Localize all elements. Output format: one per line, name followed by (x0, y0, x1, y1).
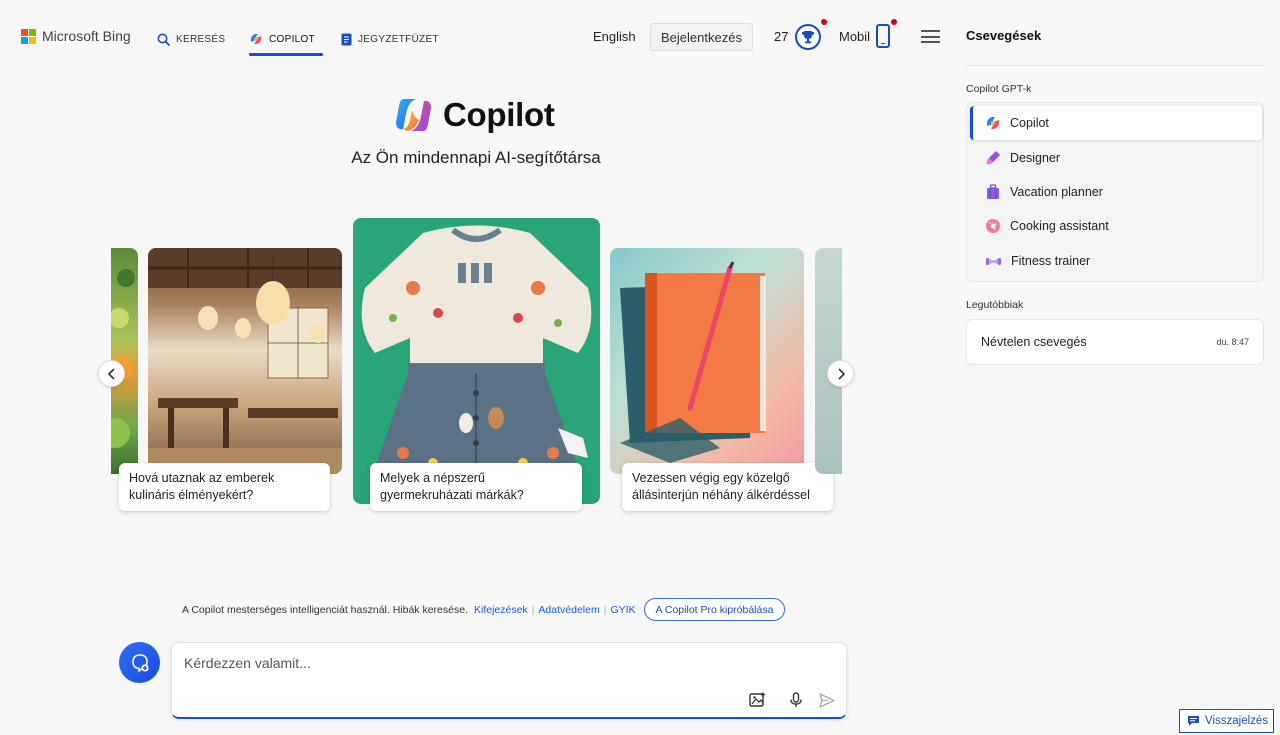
bing-logo[interactable]: Microsoft Bing (21, 28, 131, 44)
hero-title: Copilot (394, 96, 555, 134)
search-icon (157, 33, 170, 46)
language-link[interactable]: English (593, 29, 636, 44)
gpt-item-label: Cooking assistant (1010, 219, 1109, 233)
dumbbell-icon (986, 258, 1001, 265)
copilot-logo-icon (396, 99, 431, 131)
card-childrens-clothing[interactable] (353, 218, 600, 504)
chat-input[interactable] (184, 655, 744, 683)
carousel-next-button[interactable] (827, 360, 854, 387)
reward-count[interactable]: 27 (774, 29, 788, 44)
divider: | (531, 603, 535, 616)
gpt-item-designer[interactable]: Designer (970, 141, 1262, 175)
login-button[interactable]: Bejelentkezés (650, 23, 753, 51)
gpt-item-vacation-planner[interactable]: Vacation planner (970, 175, 1262, 209)
designer-icon (986, 151, 1000, 165)
chevron-right-icon (837, 367, 845, 380)
disclaimer-bar: A Copilot mesterséges intelligenciát has… (182, 598, 786, 621)
recent-chat-title: Névtelen csevegés (981, 335, 1087, 349)
disclaimer-text: A Copilot mesterséges intelligenciát has… (182, 603, 468, 616)
privacy-link[interactable]: Adatvédelem (538, 604, 599, 616)
copilot-icon (986, 117, 1000, 129)
carousel-prev-button[interactable] (98, 360, 125, 387)
tab-copilot[interactable]: COPILOT (249, 24, 323, 56)
notebook-image (620, 261, 766, 463)
copilot-title: Copilot (443, 96, 555, 133)
mobile-phone-icon[interactable] (876, 24, 890, 48)
tab-search[interactable]: KERESÉS (157, 24, 225, 54)
mobile-link[interactable]: Mobil (839, 29, 870, 44)
new-chat-icon (131, 653, 149, 673)
microphone-icon[interactable] (787, 691, 805, 709)
gpt-item-copilot[interactable]: Copilot (970, 106, 1262, 140)
trophy-icon[interactable] (795, 24, 821, 50)
new-topic-button[interactable] (119, 642, 160, 683)
suggestion-carousel: Hová utaznak az emberek kulináris élmény… (111, 216, 842, 522)
gpt-item-fitness-trainer[interactable]: Fitness trainer (970, 244, 1262, 278)
tab-label: JEGYZETFÜZET (358, 33, 439, 45)
feedback-button[interactable]: Visszajelzés (1179, 709, 1274, 733)
feedback-label: Visszajelzés (1205, 715, 1269, 727)
recent-section-title: Legutóbbiak (966, 299, 1024, 311)
divider: | (603, 603, 607, 616)
tab-label: KERESÉS (176, 33, 226, 45)
top-header: Microsoft Bing KERESÉS COPILOT JEGYZETFÜ… (0, 0, 950, 72)
suitcase-icon (987, 184, 999, 199)
feedback-icon (1188, 716, 1199, 726)
recent-chat-item[interactable]: Névtelen csevegés du. 8:47 (966, 319, 1264, 365)
dress-image (361, 225, 592, 481)
gpt-item-label: Vacation planner (1010, 185, 1103, 199)
recent-chat-time: du. 8:47 (1216, 337, 1249, 347)
gpt-item-label: Designer (1010, 151, 1061, 165)
gpt-item-cooking-assistant[interactable]: Cooking assistant (970, 209, 1262, 243)
chat-input-box (171, 642, 847, 719)
notification-dot (821, 19, 827, 25)
card-caption[interactable]: Melyek a népszerű gyermekruházati márkák… (370, 463, 582, 511)
donut-icon (986, 219, 1000, 233)
card-notebook[interactable] (610, 248, 804, 474)
faq-link[interactable]: GYIK (610, 604, 635, 616)
hamburger-menu-icon[interactable] (921, 30, 940, 43)
microsoft-logo-icon (21, 28, 36, 44)
sidebar-title: Csevegések (966, 28, 1042, 43)
divider (966, 65, 1264, 66)
card-caption[interactable]: Vezessen végig egy közelgő állásinterjún… (622, 463, 833, 511)
hero-subtitle: Az Ön mindennapi AI-segítőtársa (351, 148, 601, 167)
tab-label: COPILOT (269, 33, 315, 45)
card-caption[interactable]: Hová utaznak az emberek kulináris élmény… (119, 463, 330, 511)
card-restaurant[interactable] (148, 248, 342, 474)
terms-link[interactable]: Kifejezések (474, 604, 528, 616)
send-icon[interactable] (818, 691, 836, 709)
try-copilot-pro-button[interactable]: A Copilot Pro kipróbálása (643, 598, 786, 621)
notification-dot (891, 19, 897, 25)
gpt-item-label: Fitness trainer (1011, 254, 1091, 268)
copilot-icon (250, 34, 262, 44)
chats-sidebar: Csevegések Copilot GPT-k Copilot Designe… (952, 0, 1280, 735)
chevron-left-icon (107, 367, 115, 380)
gpt-item-label: Copilot (1010, 116, 1049, 130)
tab-notebook[interactable]: JEGYZETFÜZET (341, 24, 439, 54)
image-upload-icon[interactable] (748, 691, 766, 709)
gpt-list: Copilot Designer Vacation planner Cookin… (966, 102, 1264, 282)
restaurant-image (148, 248, 342, 474)
brand-name: Microsoft Bing (42, 28, 131, 44)
gpt-section-title: Copilot GPT-k (966, 83, 1032, 95)
notebook-icon (341, 33, 352, 45)
